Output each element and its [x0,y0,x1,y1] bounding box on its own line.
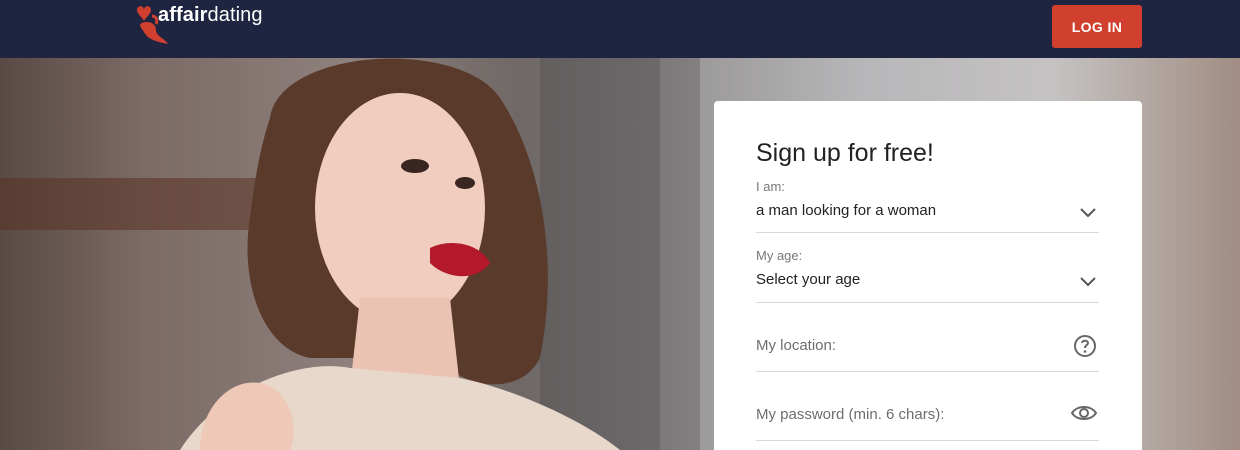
password-input[interactable]: My password (min. 6 chars): [756,406,1099,441]
iam-select[interactable]: I am: a man looking for a woman [756,179,1099,233]
age-select[interactable]: My age: Select your age [756,248,1099,303]
age-value: Select your age [756,271,861,288]
logo-text-light: dating [207,4,263,26]
signup-card: Sign up for free! I am: a man looking fo… [714,101,1142,450]
woman-photo [180,58,620,450]
logo-heart-icon [134,2,174,46]
question-circle-icon[interactable] [1073,334,1097,363]
iam-value: a man looking for a woman [756,202,937,219]
eye-icon[interactable] [1070,404,1098,427]
signup-title: Sign up for free! [756,139,934,167]
chevron-down-icon[interactable] [1079,205,1097,223]
iam-label: I am: [756,179,785,194]
location-input[interactable]: My location: [756,334,1099,372]
top-navigation-bar: affairdating LOG IN [0,0,1240,58]
age-label: My age: [756,248,803,263]
chevron-down-icon[interactable] [1079,274,1097,292]
login-button[interactable]: LOG IN [1052,5,1142,48]
password-placeholder: My password (min. 6 chars): [756,406,945,423]
location-placeholder: My location: [756,337,837,354]
site-logo[interactable]: affairdating [134,2,263,46]
